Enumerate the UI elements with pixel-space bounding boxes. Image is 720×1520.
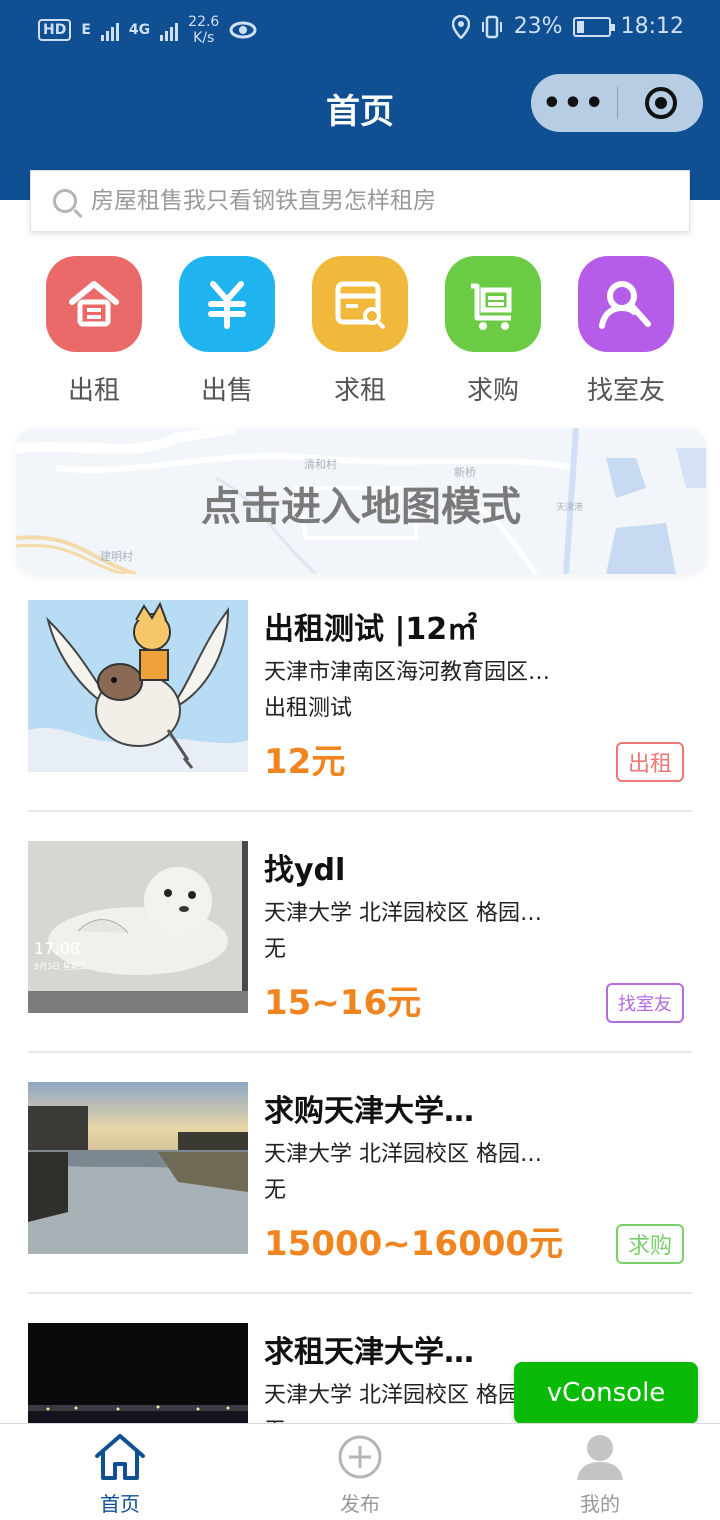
category-rent[interactable]: 出租 <box>28 256 160 407</box>
listing-address: 天津市津南区海河教育园区… <box>264 660 551 685</box>
listing-title: 出租测试 |12㎡ <box>264 612 478 647</box>
listing-price: 15~16元 <box>264 983 422 1023</box>
map-place-label: 建明村 <box>100 550 133 563</box>
tab-label: 发布 <box>340 1492 380 1516</box>
roommate-search-icon <box>578 256 674 352</box>
listing-title: 找ydl <box>264 853 346 888</box>
vconsole-button[interactable]: vConsole <box>514 1362 698 1424</box>
listing-price: 15000~16000元 <box>264 1224 564 1264</box>
category-roommate[interactable]: 找室友 <box>560 256 692 407</box>
category-label: 出售 <box>200 376 253 406</box>
category-seek-rent[interactable]: 求租 <box>294 256 426 407</box>
plus-circle-icon <box>338 1435 382 1479</box>
listing-address: 天津大学 北洋园校区 格园… <box>264 1142 542 1167</box>
clock: 18:12 <box>620 14 684 39</box>
eye-icon <box>229 21 257 39</box>
network-speed: 22.6 K/s <box>188 14 219 46</box>
listing-thumbnail <box>28 1082 248 1254</box>
hd-indicator: HD <box>38 19 72 41</box>
tab-label: 我的 <box>580 1492 620 1516</box>
signal-icon-2 <box>160 19 179 41</box>
mini-program-capsule: ••• <box>531 74 703 132</box>
seal-laptop-image <box>28 841 248 1013</box>
battery-fill <box>576 20 584 33</box>
search-input[interactable] <box>91 188 651 214</box>
tab-publish[interactable]: 发布 <box>240 1424 480 1520</box>
more-menu-button[interactable]: ••• <box>531 86 617 121</box>
network-e-indicator: E <box>81 22 91 38</box>
signal-icon <box>100 19 119 41</box>
tab-label: 首页 <box>100 1492 140 1516</box>
listing-thumbnail: 17:08 9月3日 星期二 <box>28 841 248 1013</box>
category-seek-buy[interactable]: 求购 <box>427 256 559 407</box>
category-label: 求购 <box>466 376 519 406</box>
battery-percent: 23% <box>513 14 563 39</box>
listing-type-tag: 出租 <box>615 742 684 782</box>
listing-price: 12元 <box>264 742 346 782</box>
target-icon <box>644 87 677 119</box>
listing-item[interactable]: 求购天津大学… 天津大学 北洋园校区 格园… 无 15000~16000元 求购 <box>28 1082 692 1294</box>
tab-mine[interactable]: 我的 <box>480 1424 720 1520</box>
close-mini-program-button[interactable] <box>618 87 703 119</box>
category-row: 出租 出售 求租 求购 找室友 <box>28 256 692 407</box>
category-sell[interactable]: 出售 <box>161 256 293 407</box>
listing-address: 天津大学 北洋园校区 格园… <box>264 901 542 926</box>
map-mode-text: 点击进入地图模式 <box>201 484 521 530</box>
thumbnail-clock: 17:08 <box>34 939 81 958</box>
listing-description: 无 <box>264 937 287 962</box>
listing-title: 求购天津大学… <box>264 1094 474 1129</box>
home-icon <box>95 1434 145 1480</box>
location-icon <box>451 14 470 39</box>
listing-item[interactable]: 出租测试 |12㎡ 天津市津南区海河教育园区… 出租测试 12元 出租 <box>28 600 692 812</box>
vibrate-icon <box>481 15 502 38</box>
yuan-icon <box>179 256 275 352</box>
category-label: 出租 <box>67 376 120 406</box>
cart-icon <box>445 256 541 352</box>
search-icon <box>53 189 77 213</box>
battery-icon <box>572 16 615 37</box>
search-bar[interactable] <box>30 170 690 232</box>
speed-value: 22.6 <box>188 14 220 30</box>
listing-thumbnail <box>28 600 248 772</box>
bottom-tab-bar: 首页 发布 我的 <box>0 1423 720 1520</box>
listing-item[interactable]: 17:08 9月3日 星期二 找ydl 天津大学 北洋园校区 格园… 无 15~… <box>28 841 692 1053</box>
listing-description: 无 <box>264 1178 287 1203</box>
river-sunset-image <box>28 1082 248 1254</box>
map-place-label: 清和村 <box>304 458 337 471</box>
network-4g-indicator: 4G <box>128 22 151 38</box>
speed-unit: K/s <box>193 30 215 46</box>
listing-type-tag: 找室友 <box>606 983 684 1023</box>
category-label: 求租 <box>333 376 386 406</box>
anime-bird-image <box>28 600 248 772</box>
listing-title: 求租天津大学… <box>264 1335 474 1370</box>
status-bar: HD E 4G 22.6 K/s 23% 18:12 <box>0 0 720 62</box>
listing-description: 出租测试 <box>264 696 353 721</box>
thumbnail-date: 9月3日 星期二 <box>34 962 87 971</box>
map-mode-banner[interactable]: 清和村 新桥 建明村 天津港 点击进入地图模式 <box>16 428 706 574</box>
user-icon <box>577 1435 623 1480</box>
browser-search-icon <box>312 256 408 352</box>
house-icon <box>46 256 142 352</box>
listing-address: 天津大学 北洋园校区 格园… <box>264 1383 542 1408</box>
listing-type-tag: 求购 <box>615 1224 684 1264</box>
tab-home[interactable]: 首页 <box>0 1424 240 1520</box>
category-label: 找室友 <box>586 376 665 406</box>
